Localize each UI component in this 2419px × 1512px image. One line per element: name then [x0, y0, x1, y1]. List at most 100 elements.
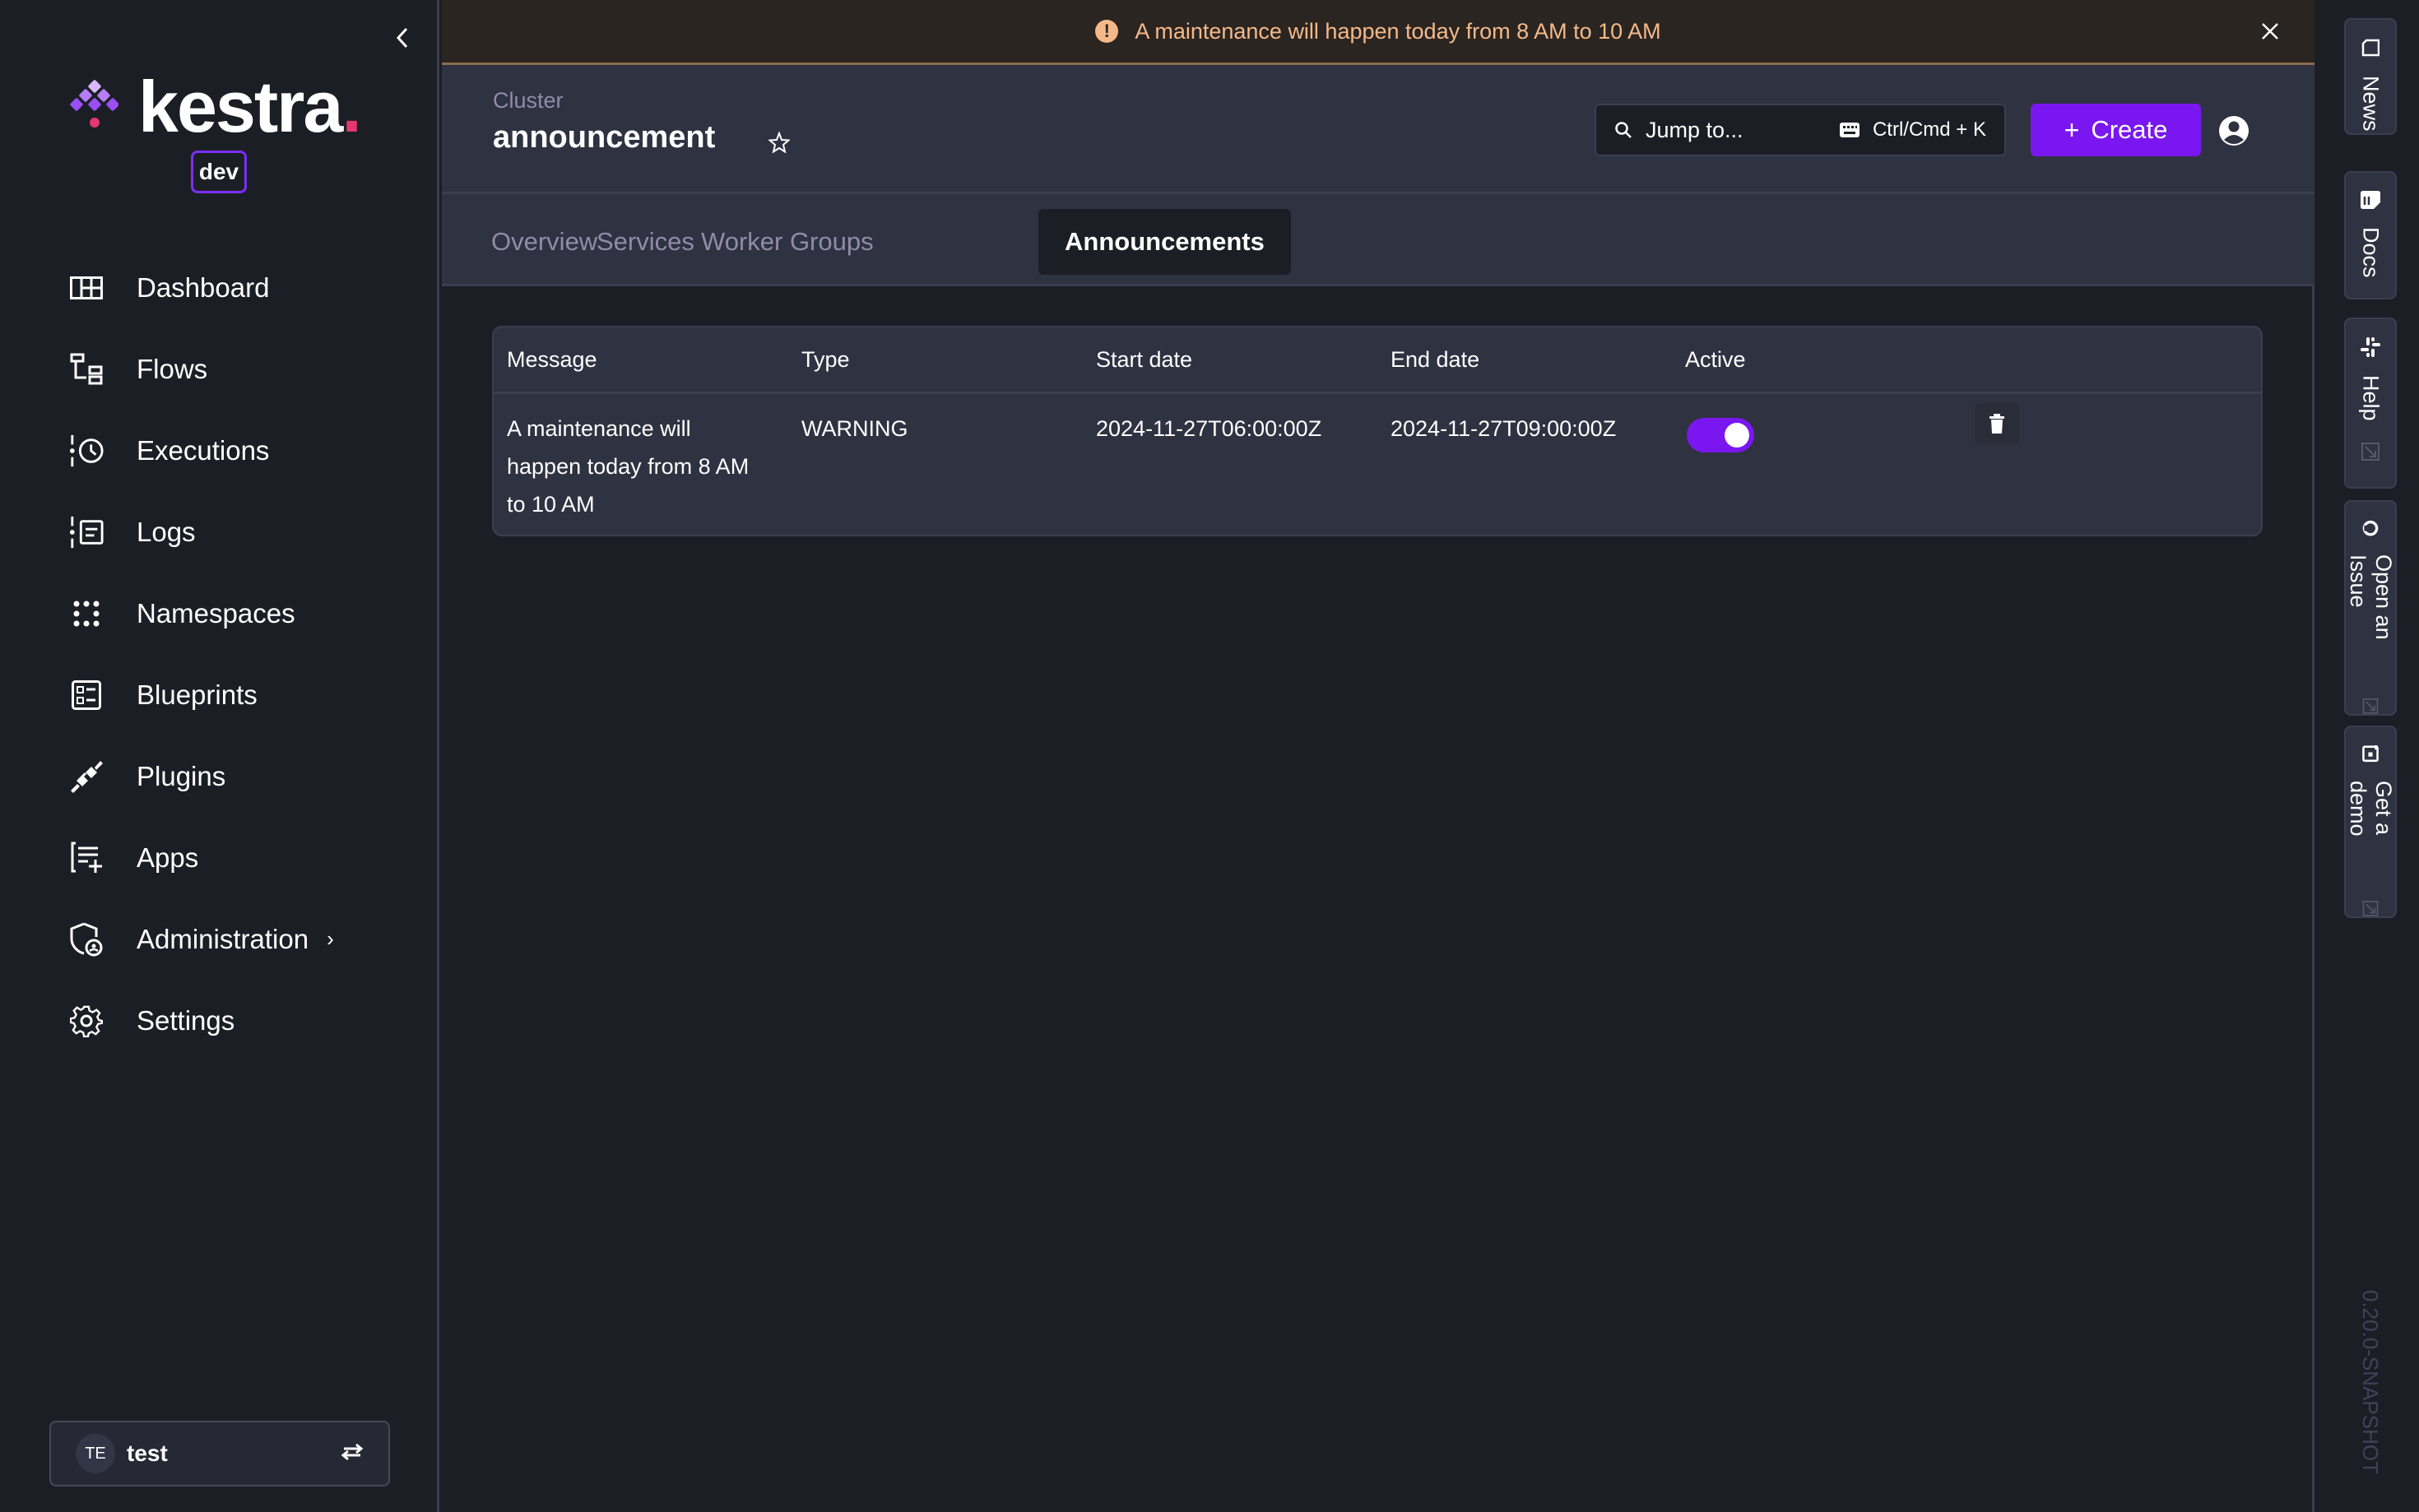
cell-type: WARNING	[801, 416, 908, 441]
column-header-message: Message	[507, 347, 597, 372]
flows-icon	[69, 352, 104, 387]
sidebar-item-label: Namespaces	[137, 597, 295, 628]
tab-announcements[interactable]: Announcements	[1038, 209, 1291, 275]
right-rail: News Docs Help Open an Issue Get a demo …	[2315, 0, 2419, 1512]
rail-docs-button[interactable]: Docs	[2344, 171, 2397, 299]
sidebar-item-label: Apps	[137, 842, 199, 873]
sidebar-item-label: Logs	[137, 516, 196, 547]
sidebar-item-flows[interactable]: Flows	[0, 328, 439, 410]
create-label: Create	[2091, 115, 2168, 144]
message-line: A maintenance will	[507, 416, 691, 441]
rail-news-button[interactable]: News	[2344, 18, 2397, 135]
app-root: kestra. dev Dashboard Flows Executions L…	[0, 0, 2419, 1512]
sidebar-item-dashboard[interactable]: Dashboard	[0, 247, 439, 328]
version-label: 0.20.0-SNAPSHOT	[2358, 1290, 2383, 1474]
tenant-switcher[interactable]: TE test	[49, 1421, 390, 1486]
favorite-button[interactable]	[763, 126, 796, 159]
sidebar-item-plugins[interactable]: Plugins	[0, 735, 439, 817]
column-header-start-date: Start date	[1096, 347, 1193, 372]
rail-help-button[interactable]: Help	[2344, 318, 2397, 489]
sidebar-item-administration[interactable]: Administration ›	[0, 898, 439, 980]
sidebar-item-label: Flows	[137, 353, 208, 384]
collapse-sidebar-button[interactable]	[390, 23, 415, 53]
sidebar-nav: Dashboard Flows Executions Logs Namespac…	[0, 247, 439, 1061]
external-link-icon	[2362, 698, 2379, 714]
cell-message: A maintenance will happen today from 8 A…	[507, 410, 787, 523]
column-header-active: Active	[1685, 347, 1746, 372]
github-icon	[2362, 520, 2379, 536]
announcements-table: Message Type Start date End date Active …	[492, 326, 2263, 536]
cell-start-date: 2024-11-27T06:00:00Z	[1096, 416, 1322, 441]
tab-bar: Overview Services Worker Groups Announce…	[442, 194, 2315, 286]
sidebar-item-logs[interactable]: Logs	[0, 491, 439, 573]
administration-icon	[69, 922, 104, 957]
kestra-logo[interactable]: kestra.	[69, 71, 362, 143]
toggle-knob	[1725, 423, 1749, 448]
rail-open-issue-button[interactable]: Open an Issue	[2344, 500, 2397, 716]
rail-label: News	[2358, 76, 2384, 132]
slack-icon	[2361, 337, 2380, 357]
rail-label: Docs	[2358, 227, 2384, 278]
user-circle-icon	[2219, 116, 2249, 146]
main-content: ! A maintenance will happen today from 8…	[442, 0, 2315, 1512]
executions-icon	[69, 434, 104, 468]
trash-icon	[1990, 414, 2004, 434]
external-link-icon	[2362, 901, 2379, 916]
sidebar-item-settings[interactable]: Settings	[0, 980, 439, 1061]
plus-icon: +	[2064, 114, 2080, 145]
keyboard-icon	[1839, 123, 1860, 137]
sidebar-item-namespaces[interactable]: Namespaces	[0, 573, 439, 654]
rail-label: Get a demo	[2346, 780, 2396, 837]
sidebar-item-blueprints[interactable]: Blueprints	[0, 654, 439, 735]
sidebar-item-executions[interactable]: Executions	[0, 410, 439, 491]
breadcrumb[interactable]: Cluster	[493, 88, 564, 114]
active-toggle[interactable]	[1687, 418, 1754, 452]
blueprints-icon	[69, 678, 104, 712]
announcement-banner: ! A maintenance will happen today from 8…	[442, 0, 2315, 65]
banner-message: A maintenance will happen today from 8 A…	[1135, 18, 1661, 44]
apps-icon	[69, 841, 104, 875]
dashboard-icon	[69, 271, 104, 305]
delete-button[interactable]	[1975, 403, 2019, 444]
sidebar-item-apps[interactable]: Apps	[0, 817, 439, 898]
column-header-end-date: End date	[1391, 347, 1480, 372]
logo-text: kestra	[138, 66, 343, 147]
message-line: happen today from 8 AM	[507, 454, 750, 479]
environment-badge: dev	[191, 151, 247, 193]
message-line: to 10 AM	[507, 492, 595, 517]
sidebar-item-label: Dashboard	[137, 271, 270, 303]
tab-worker-groups[interactable]: Worker Groups	[675, 209, 900, 275]
news-icon	[2361, 39, 2380, 57]
create-button[interactable]: + Create	[2031, 104, 2201, 156]
cell-end-date: 2024-11-27T09:00:00Z	[1391, 416, 1617, 441]
page-header: Cluster announcement Jump to... Ctrl/Cmd…	[442, 65, 2315, 194]
logs-icon	[69, 515, 104, 550]
rail-label: Help	[2358, 375, 2384, 421]
sidebar-item-label: Administration	[137, 923, 309, 954]
external-link-icon	[2361, 442, 2380, 461]
sidebar-item-label: Executions	[137, 434, 270, 466]
close-banner-button[interactable]	[2257, 18, 2283, 44]
sidebar: kestra. dev Dashboard Flows Executions L…	[0, 0, 439, 1512]
switch-arrows-icon	[341, 1443, 364, 1465]
user-menu-button[interactable]	[2217, 114, 2250, 147]
logo-wordmark: kestra.	[138, 71, 362, 143]
plugins-icon	[69, 759, 104, 794]
keyboard-shortcut: Ctrl/Cmd + K	[1839, 118, 1986, 141]
jump-to-search[interactable]: Jump to... Ctrl/Cmd + K	[1595, 104, 2006, 156]
demo-icon	[2362, 745, 2379, 763]
chevron-left-icon	[396, 27, 408, 49]
namespaces-icon	[69, 596, 104, 631]
sidebar-item-label: Plugins	[137, 760, 226, 791]
tenant-avatar: TE	[76, 1434, 115, 1473]
warning-icon: !	[1095, 20, 1119, 43]
settings-icon	[69, 1004, 104, 1038]
column-header-type: Type	[801, 347, 850, 372]
sidebar-item-label: Blueprints	[137, 679, 258, 710]
shortcut-text: Ctrl/Cmd + K	[1872, 118, 1986, 141]
rail-get-demo-button[interactable]: Get a demo	[2344, 726, 2397, 918]
close-icon	[2262, 23, 2278, 39]
sidebar-item-label: Settings	[137, 1004, 235, 1036]
jump-to-label: Jump to...	[1646, 117, 1743, 142]
rail-label: Open an Issue	[2346, 554, 2396, 640]
